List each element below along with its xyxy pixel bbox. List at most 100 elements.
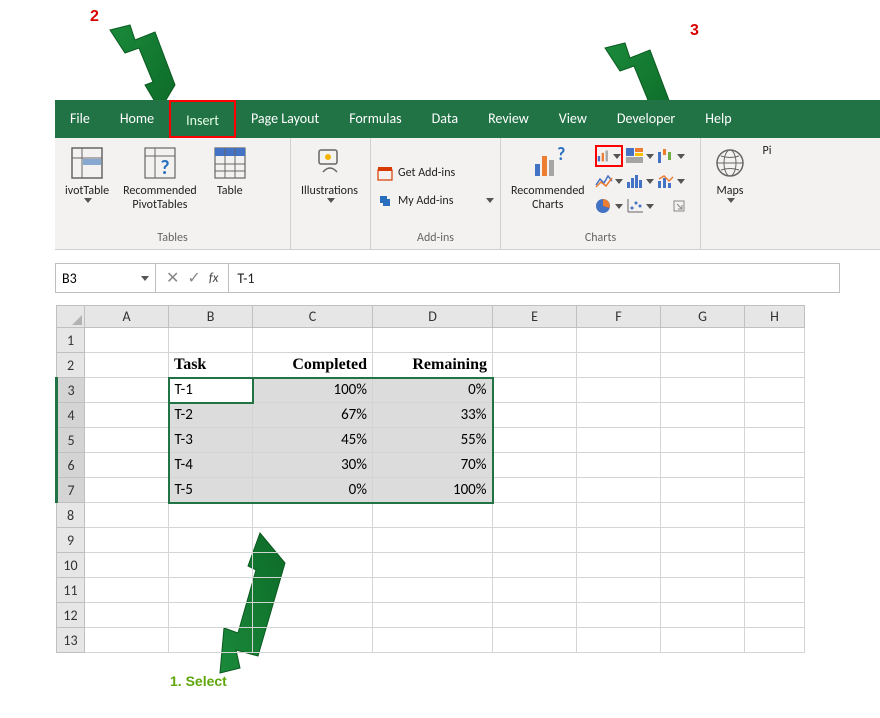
col-head-H[interactable]: H (745, 306, 805, 328)
hierarchy-chart-button[interactable] (626, 145, 654, 167)
cell-E11[interactable] (493, 578, 577, 603)
cell-D2[interactable]: Remaining (373, 353, 493, 378)
enter-icon[interactable]: ✓ (187, 268, 200, 288)
cell-F1[interactable] (577, 328, 661, 353)
cell-H9[interactable] (745, 528, 805, 553)
cell-G4[interactable] (661, 403, 745, 428)
cell-H11[interactable] (745, 578, 805, 603)
row-head-1[interactable]: 1 (57, 328, 85, 353)
cell-B5[interactable]: T-3 (169, 428, 253, 453)
cell-D4[interactable]: 33% (373, 403, 493, 428)
maps-button[interactable]: Maps (707, 142, 753, 230)
cell-H8[interactable] (745, 503, 805, 528)
cell-B8[interactable] (169, 503, 253, 528)
cell-F5[interactable] (577, 428, 661, 453)
cell-G11[interactable] (661, 578, 745, 603)
row-head-7[interactable]: 7 (57, 478, 85, 503)
cell-G13[interactable] (661, 628, 745, 653)
row-head-3[interactable]: 3 (57, 378, 85, 403)
cell-G1[interactable] (661, 328, 745, 353)
cell-B13[interactable] (169, 628, 253, 653)
cell-C8[interactable] (253, 503, 373, 528)
cell-C7[interactable]: 0% (253, 478, 373, 503)
cell-C3[interactable]: 100% (253, 378, 373, 403)
cell-D1[interactable] (373, 328, 493, 353)
cell-B7[interactable]: T-5 (169, 478, 253, 503)
row-head-10[interactable]: 10 (57, 553, 85, 578)
cell-C10[interactable] (253, 553, 373, 578)
cell-C12[interactable] (253, 603, 373, 628)
cell-H5[interactable] (745, 428, 805, 453)
col-head-D[interactable]: D (373, 306, 493, 328)
cell-E7[interactable] (493, 478, 577, 503)
cell-H7[interactable] (745, 478, 805, 503)
cell-E3[interactable] (493, 378, 577, 403)
cell-A10[interactable] (85, 553, 169, 578)
cell-C9[interactable] (253, 528, 373, 553)
cell-H2[interactable] (745, 353, 805, 378)
cell-D13[interactable] (373, 628, 493, 653)
cell-A12[interactable] (85, 603, 169, 628)
illustrations-button[interactable]: Illustrations (297, 142, 362, 230)
cell-F10[interactable] (577, 553, 661, 578)
row-head-8[interactable]: 8 (57, 503, 85, 528)
cell-B1[interactable] (169, 328, 253, 353)
ribbon-tab-review[interactable]: Review (473, 100, 544, 138)
fx-icon[interactable]: fx (209, 271, 219, 286)
cell-E4[interactable] (493, 403, 577, 428)
cell-E2[interactable] (493, 353, 577, 378)
cell-D10[interactable] (373, 553, 493, 578)
cell-B2[interactable]: Task (169, 353, 253, 378)
combo-chart-button[interactable] (657, 170, 685, 192)
cell-G3[interactable] (661, 378, 745, 403)
cell-A4[interactable] (85, 403, 169, 428)
row-head-4[interactable]: 4 (57, 403, 85, 428)
row-head-6[interactable]: 6 (57, 453, 85, 478)
cell-D11[interactable] (373, 578, 493, 603)
cell-H3[interactable] (745, 378, 805, 403)
line-chart-button[interactable] (595, 170, 623, 192)
recommended-charts-button[interactable]: ? Recommended Charts (507, 142, 589, 230)
cell-A2[interactable] (85, 353, 169, 378)
cell-E13[interactable] (493, 628, 577, 653)
cancel-icon[interactable]: ✕ (166, 268, 179, 288)
cell-G7[interactable] (661, 478, 745, 503)
cell-F4[interactable] (577, 403, 661, 428)
cell-G8[interactable] (661, 503, 745, 528)
cell-E1[interactable] (493, 328, 577, 353)
cell-E6[interactable] (493, 453, 577, 478)
cell-D8[interactable] (373, 503, 493, 528)
cell-C13[interactable] (253, 628, 373, 653)
cell-B4[interactable]: T-2 (169, 403, 253, 428)
row-head-2[interactable]: 2 (57, 353, 85, 378)
cell-G10[interactable] (661, 553, 745, 578)
cell-C6[interactable]: 30% (253, 453, 373, 478)
cell-A1[interactable] (85, 328, 169, 353)
cell-B6[interactable]: T-4 (169, 453, 253, 478)
cell-H10[interactable] (745, 553, 805, 578)
formula-input[interactable]: T-1 (229, 270, 839, 287)
cell-E9[interactable] (493, 528, 577, 553)
table-button[interactable]: Table (207, 142, 253, 230)
row-head-9[interactable]: 9 (57, 528, 85, 553)
column-chart-button[interactable] (595, 145, 623, 167)
ribbon-tab-home[interactable]: Home (105, 100, 169, 138)
cell-E10[interactable] (493, 553, 577, 578)
cell-F7[interactable] (577, 478, 661, 503)
cell-D9[interactable] (373, 528, 493, 553)
cell-H6[interactable] (745, 453, 805, 478)
col-head-C[interactable]: C (253, 306, 373, 328)
cell-G2[interactable] (661, 353, 745, 378)
cell-E12[interactable] (493, 603, 577, 628)
cell-B3[interactable]: T-1 (169, 378, 253, 403)
cell-B9[interactable] (169, 528, 253, 553)
cell-A11[interactable] (85, 578, 169, 603)
cell-A13[interactable] (85, 628, 169, 653)
cell-C2[interactable]: Completed (253, 353, 373, 378)
cell-D12[interactable] (373, 603, 493, 628)
ribbon-tab-developer[interactable]: Developer (602, 100, 690, 138)
cell-A6[interactable] (85, 453, 169, 478)
cell-A7[interactable] (85, 478, 169, 503)
row-head-12[interactable]: 12 (57, 603, 85, 628)
col-head-E[interactable]: E (493, 306, 577, 328)
